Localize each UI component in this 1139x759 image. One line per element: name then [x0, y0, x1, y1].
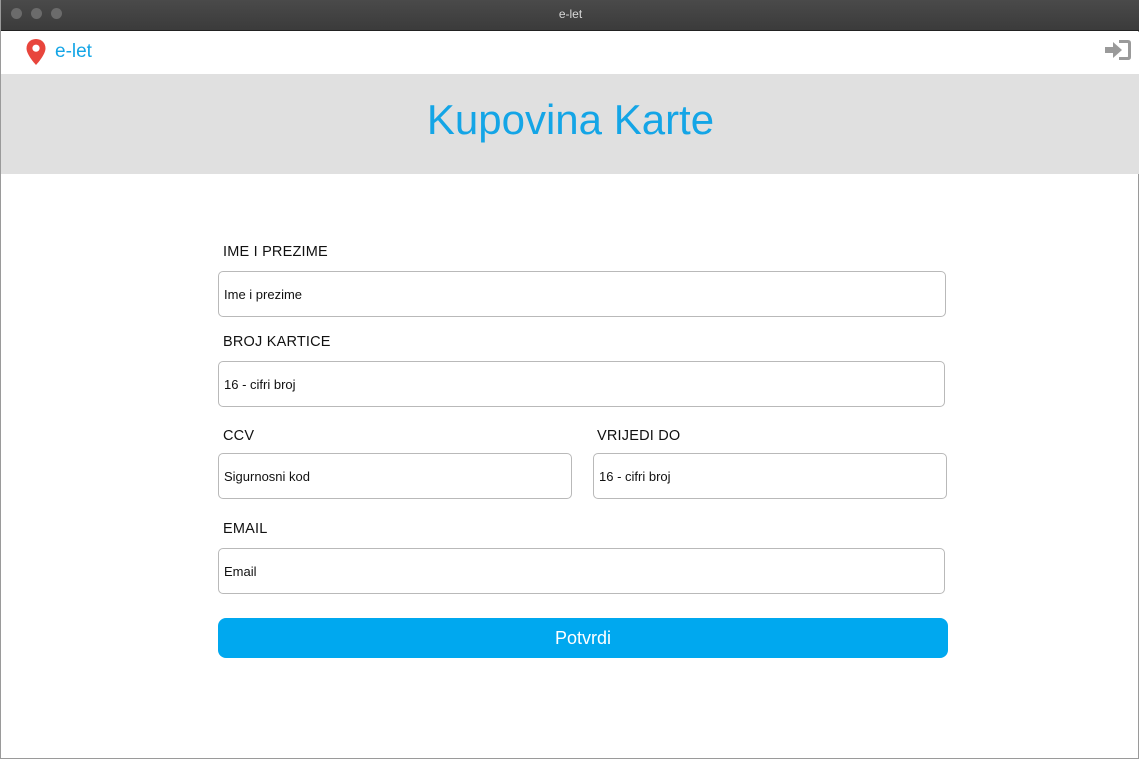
full-name-label: IME I PREZIME	[223, 244, 328, 260]
navbar: e-let	[1, 32, 1139, 74]
title-bar[interactable]: e-let	[1, 0, 1139, 31]
brand-name: e-let	[55, 41, 92, 62]
card-number-input[interactable]	[218, 361, 945, 407]
full-name-input[interactable]	[218, 271, 946, 317]
valid-until-label: VRIJEDI DO	[597, 428, 681, 444]
window-title: e-let	[558, 7, 583, 21]
ccv-input[interactable]	[218, 453, 572, 499]
page-header: Kupovina Karte	[1, 74, 1139, 174]
confirm-button[interactable]: Potvrdi	[218, 618, 948, 658]
valid-until-input[interactable]	[593, 453, 947, 499]
ccv-label: CCV	[223, 428, 255, 444]
email-label: EMAIL	[223, 521, 268, 537]
sign-in-icon[interactable]	[1104, 39, 1132, 61]
app-window: e-let e-let Kupovina Karte IME I PREZIME…	[0, 0, 1139, 759]
page-title: Kupovina Karte	[426, 96, 715, 143]
map-pin-icon	[26, 39, 46, 65]
brand-link[interactable]: e-let	[25, 38, 92, 66]
card-number-label: BROJ KARTICE	[223, 334, 331, 350]
email-input[interactable]	[218, 548, 945, 594]
